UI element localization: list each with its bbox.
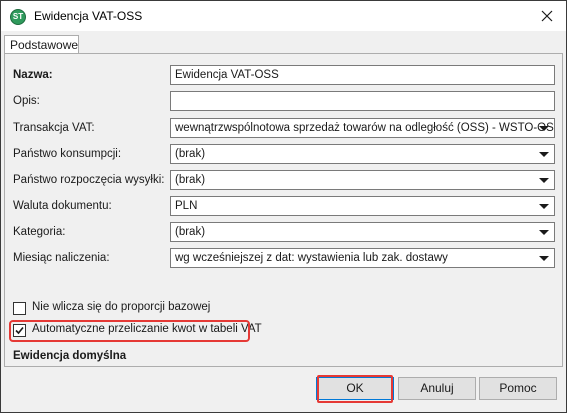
panstwo-konsumpcji-select[interactable]: (brak) [170,144,555,164]
waluta-label: Waluta dokumentu: [13,200,112,212]
section-ewidencja-domyslna: Ewidencja domyślna [13,350,127,362]
anuluj-button[interactable]: Anuluj [398,377,476,400]
panstwo-rozpoczecia-select[interactable]: (brak) [170,170,555,190]
chevron-down-icon [539,178,549,183]
chevron-down-icon [539,126,549,131]
close-icon[interactable] [536,5,558,27]
miesiac-value: wg wcześniejszej z dat: wystawienia lub … [175,252,448,264]
app-logo-text: ST [12,12,24,21]
transakcja-label: Transakcja VAT: [13,122,95,134]
panstwo-rozpoczecia-label: Państwo rozpoczęcia wysyłki: [13,174,165,186]
panstwo-rozpoczecia-value: (brak) [175,174,206,186]
title-bar: ST Ewidencja VAT-OSS [1,1,566,31]
chevron-down-icon [539,152,549,157]
proporcja-label: Nie wlicza się do proporcji bazowej [32,301,211,313]
waluta-select[interactable]: PLN [170,196,555,216]
chevron-down-icon [539,230,549,235]
panstwo-konsumpcji-label: Państwo konsumpcji: [13,148,122,160]
waluta-value: PLN [175,200,198,212]
window-title: Ewidencja VAT-OSS [34,9,143,23]
tab-podstawowe[interactable]: Podstawowe [4,35,79,54]
chevron-down-icon [539,256,549,261]
opis-label: Opis: [13,95,40,107]
transakcja-value: wewnątrzwspólnotowa sprzedaż towarów na … [175,122,555,134]
panstwo-konsumpcji-value: (brak) [175,148,206,160]
tab-strip: Podstawowe [1,31,566,54]
kategoria-label: Kategoria: [13,226,66,238]
chevron-down-icon [539,204,549,209]
nazwa-label: Nazwa: [13,69,53,81]
opis-field[interactable] [170,91,555,111]
app-logo-icon: ST [10,9,26,25]
checkbox-highlight-frame [9,320,250,342]
kategoria-select[interactable]: (brak) [170,222,555,242]
nazwa-field[interactable]: Ewidencja VAT-OSS [170,65,555,85]
miesiac-label: Miesiąc naliczenia: [13,252,110,264]
pomoc-button[interactable]: Pomoc [479,377,557,400]
ok-button-highlight-frame [317,375,393,403]
kategoria-value: (brak) [175,226,206,238]
miesiac-select[interactable]: wg wcześniejszej z dat: wystawienia lub … [170,248,555,268]
proporcja-checkbox[interactable] [13,302,26,315]
dialog-window: ST Ewidencja VAT-OSS Podstawowe Nazwa: E… [0,0,567,413]
transakcja-select[interactable]: wewnątrzwspólnotowa sprzedaż towarów na … [170,118,555,138]
